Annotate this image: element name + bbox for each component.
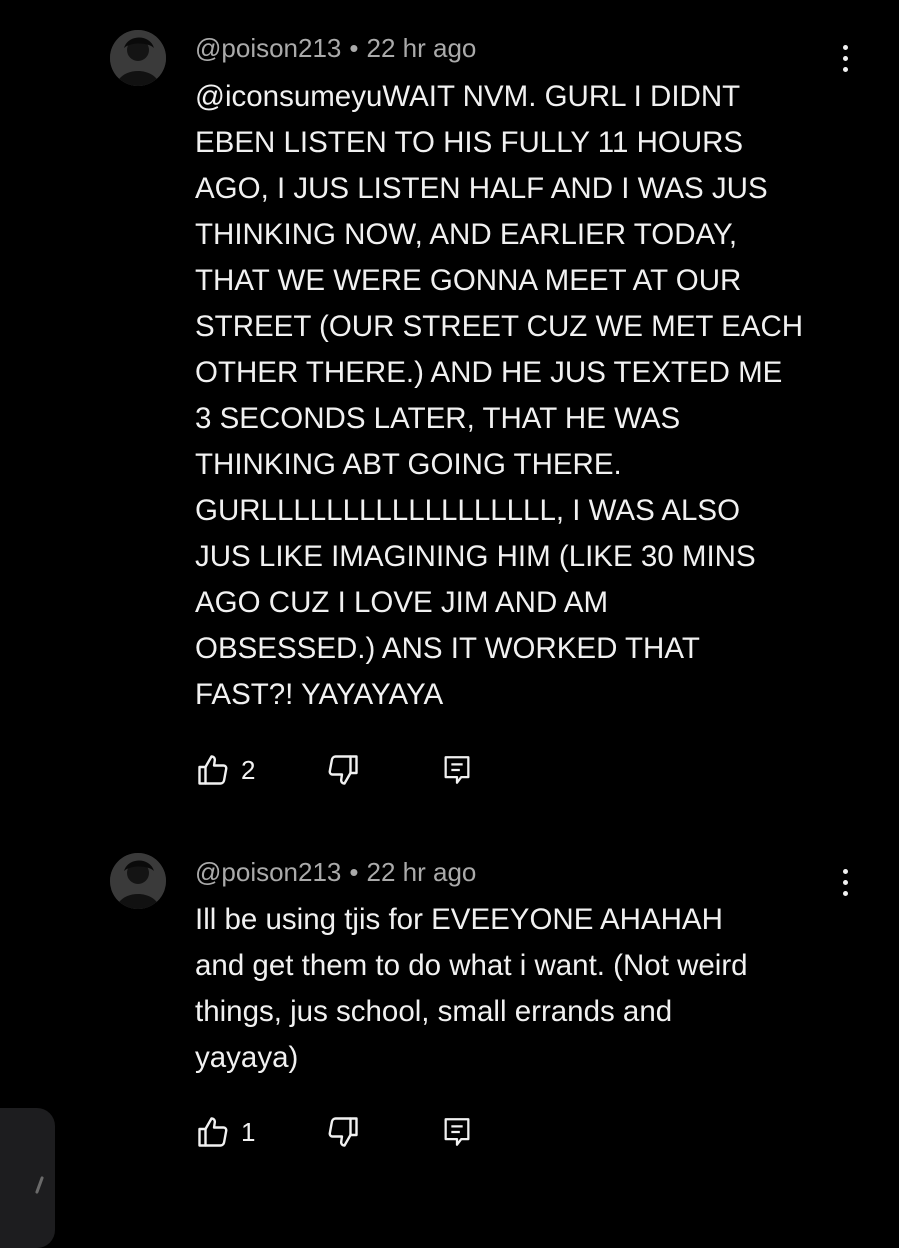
reply-button[interactable] <box>440 752 474 788</box>
meta-separator: • <box>349 33 359 63</box>
like-button[interactable]: 2 <box>195 752 255 788</box>
like-button[interactable]: 1 <box>195 1114 255 1150</box>
user-avatar-icon[interactable] <box>110 853 166 909</box>
comment-text: Ill be using tjis for EVEEYONE AHAHAH an… <box>195 903 748 1074</box>
comment-meta: @poison213 • 22 hr ago <box>195 857 476 888</box>
comment-time: 22 hr ago <box>366 33 477 63</box>
comment-time: 22 hr ago <box>366 857 477 887</box>
reply-comment-icon <box>444 1118 470 1146</box>
floating-overlay-fragment <box>0 1108 55 1248</box>
vertical-ellipsis-icon[interactable] <box>828 38 862 78</box>
user-avatar-icon[interactable] <box>110 30 166 86</box>
thumbs-up-icon <box>198 1117 228 1147</box>
comment-text: @iconsumeyuWAIT NVM. GURL I DIDNT EBEN L… <box>195 80 804 711</box>
reply-comment-icon <box>444 756 470 784</box>
like-count: 2 <box>241 754 256 785</box>
thumbs-up-icon <box>198 755 228 785</box>
dislike-button[interactable] <box>325 752 361 788</box>
meta-separator: • <box>349 857 359 887</box>
dislike-button[interactable] <box>325 1114 361 1150</box>
comment-actions: 2 <box>0 752 899 792</box>
thumbs-down-icon <box>328 1117 358 1147</box>
reply-button[interactable] <box>440 1114 474 1150</box>
thumbs-down-icon <box>328 755 358 785</box>
comment-meta: @poison213 • 22 hr ago <box>195 33 476 64</box>
comment-username[interactable]: @poison213 <box>195 857 341 887</box>
comment-username[interactable]: @poison213 <box>195 33 341 63</box>
vertical-ellipsis-icon[interactable] <box>828 862 862 902</box>
comment-actions: 1 <box>0 1114 899 1154</box>
like-count: 1 <box>241 1116 256 1147</box>
